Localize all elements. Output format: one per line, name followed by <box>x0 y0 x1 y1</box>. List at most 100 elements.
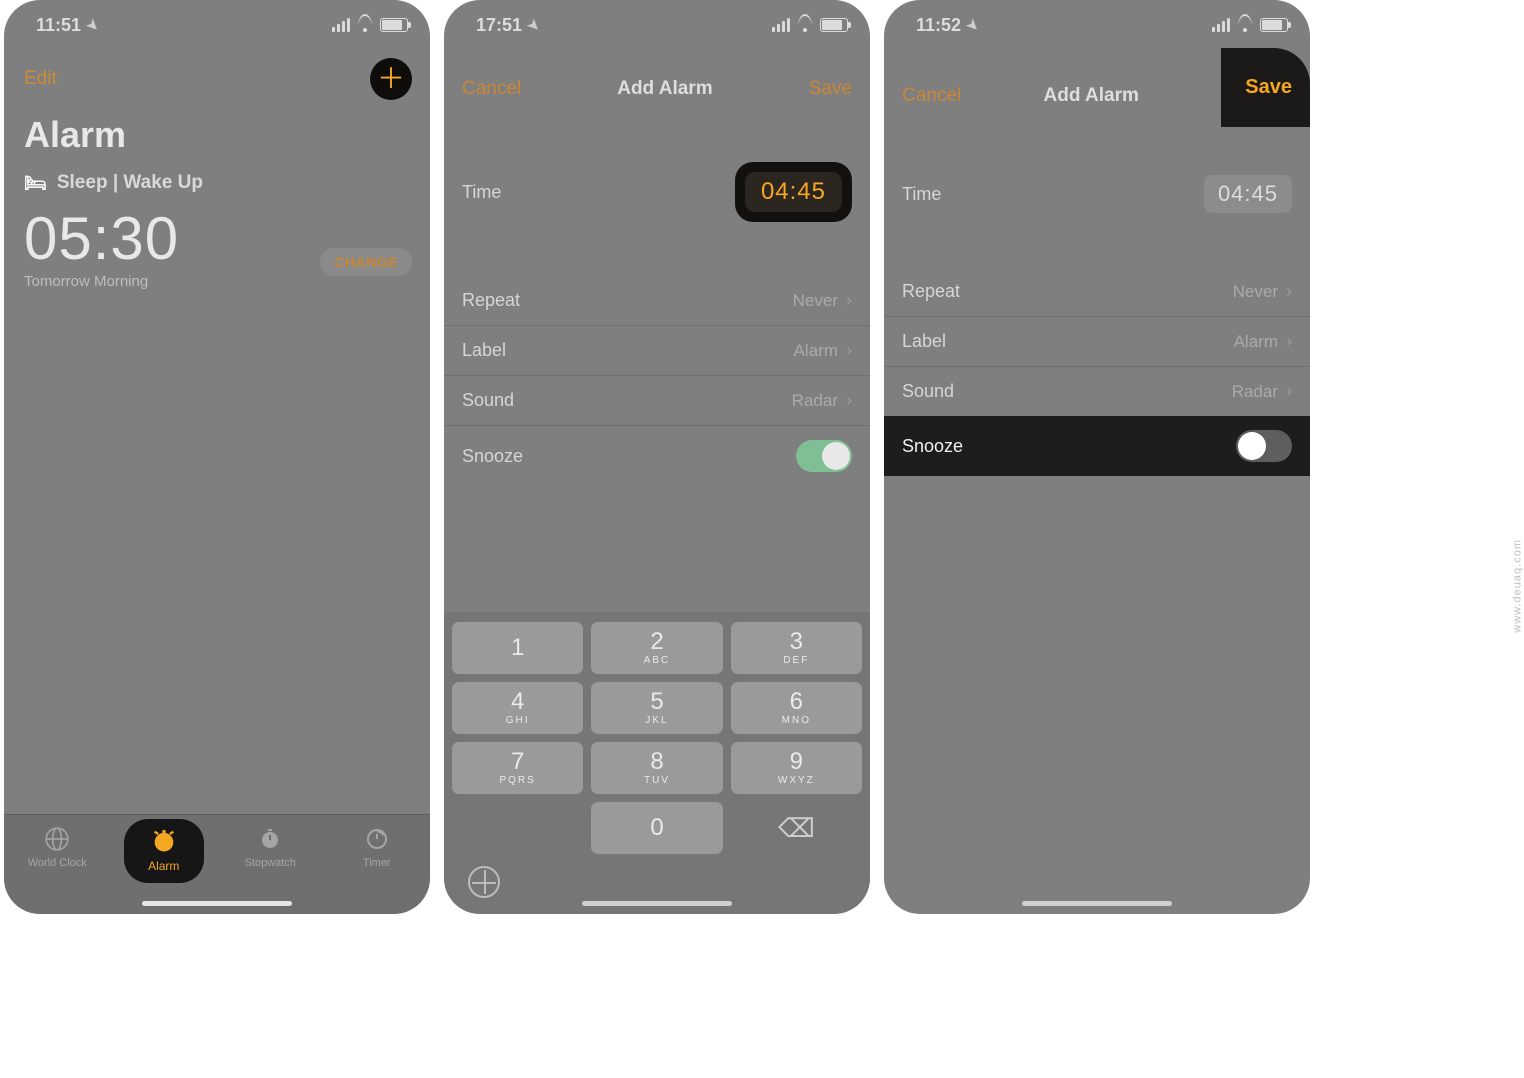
key-backspace[interactable]: ⌫ <box>731 802 862 854</box>
save-button[interactable]: Save <box>1221 48 1310 127</box>
time-value: 04:45 <box>1218 181 1278 206</box>
cellular-icon <box>772 18 790 32</box>
repeat-row[interactable]: Repeat Never › <box>884 267 1310 316</box>
time-row[interactable]: Time 04:45 <box>444 148 870 236</box>
wifi-icon <box>796 18 814 32</box>
tab-label: World Clock <box>28 857 87 869</box>
timer-icon <box>363 825 391 853</box>
sound-value: Radar <box>1232 382 1278 402</box>
cancel-button[interactable]: Cancel <box>462 78 521 100</box>
label-value: Alarm <box>1234 332 1278 352</box>
status-time: 11:52 <box>916 15 961 36</box>
time-label: Time <box>462 182 501 203</box>
sound-row[interactable]: Sound Radar › <box>444 375 870 425</box>
chevron-right-icon: › <box>1286 381 1292 402</box>
alarm-clock-icon <box>150 827 178 855</box>
wifi-icon <box>1236 18 1254 32</box>
snooze-toggle[interactable] <box>1236 430 1292 462</box>
status-bar: 11:52 ➤ <box>884 0 1310 48</box>
status-bar: 11:51 ➤ <box>4 0 430 48</box>
chevron-right-icon: › <box>1286 281 1292 302</box>
change-button[interactable]: CHANGE <box>320 248 412 276</box>
location-icon: ➤ <box>963 15 983 35</box>
status-time: 11:51 <box>36 15 81 36</box>
home-indicator[interactable] <box>582 901 732 906</box>
key-8[interactable]: 8TUV <box>591 742 722 794</box>
globe-keyboard-icon[interactable] <box>468 866 500 898</box>
numeric-keypad: 1 2ABC 3DEF 4GHI 5JKL 6MNO 7PQRS 8TUV 9W… <box>444 612 870 914</box>
sound-value: Radar <box>792 391 838 411</box>
save-button[interactable]: Save <box>809 78 852 100</box>
status-bar: 17:51 ➤ <box>444 0 870 48</box>
plus-icon: ＋ <box>377 65 405 93</box>
modal-nav: Cancel Add Alarm Save <box>444 48 870 114</box>
snooze-row: Snooze <box>444 425 870 486</box>
tab-alarm[interactable]: Alarm <box>124 819 204 883</box>
cancel-button[interactable]: Cancel <box>902 85 961 107</box>
stopwatch-icon <box>256 825 284 853</box>
chevron-right-icon: › <box>846 390 852 411</box>
chevron-right-icon: › <box>1286 331 1292 352</box>
label-row[interactable]: Label Alarm › <box>884 316 1310 366</box>
home-indicator[interactable] <box>142 901 292 906</box>
globe-icon <box>43 825 71 853</box>
battery-icon <box>1260 18 1288 32</box>
location-icon: ➤ <box>83 15 103 35</box>
repeat-row[interactable]: Repeat Never › <box>444 276 870 325</box>
battery-icon <box>820 18 848 32</box>
label-label: Label <box>902 331 946 352</box>
repeat-value: Never <box>793 291 838 311</box>
key-3[interactable]: 3DEF <box>731 622 862 674</box>
time-row[interactable]: Time 04:45 <box>884 161 1310 227</box>
tab-stopwatch[interactable]: Stopwatch <box>230 825 310 869</box>
edit-button[interactable]: Edit <box>24 68 57 90</box>
snooze-label: Snooze <box>462 446 523 467</box>
key-5[interactable]: 5JKL <box>591 682 722 734</box>
repeat-value: Never <box>1233 282 1278 302</box>
key-9[interactable]: 9WXYZ <box>731 742 862 794</box>
tab-label: Alarm <box>148 859 179 873</box>
tab-bar: World Clock Alarm Stopwatch Timer <box>4 814 430 914</box>
label-row[interactable]: Label Alarm › <box>444 325 870 375</box>
time-value: 04:45 <box>745 172 842 212</box>
sleep-wake-label: Sleep | Wake Up <box>57 172 203 194</box>
snooze-label: Snooze <box>902 436 963 457</box>
key-1[interactable]: 1 <box>452 622 583 674</box>
key-6[interactable]: 6MNO <box>731 682 862 734</box>
modal-title: Add Alarm <box>617 78 712 100</box>
modal-title: Add Alarm <box>1044 85 1139 107</box>
time-value-field[interactable]: 04:45 <box>1204 175 1292 213</box>
status-time: 17:51 <box>476 15 522 36</box>
time-value-field[interactable]: 04:45 <box>735 162 852 222</box>
key-7[interactable]: 7PQRS <box>452 742 583 794</box>
sleep-wake-section-header: 🛏 Sleep | Wake Up <box>4 172 430 200</box>
watermark: www.deuaq.com <box>1512 539 1524 633</box>
chevron-right-icon: › <box>846 290 852 311</box>
key-4[interactable]: 4GHI <box>452 682 583 734</box>
tab-label: Timer <box>363 857 391 869</box>
sound-label: Sound <box>902 381 954 402</box>
sound-label: Sound <box>462 390 514 411</box>
modal-nav: Cancel Add Alarm Save <box>884 48 1310 127</box>
backspace-icon: ⌫ <box>778 813 815 844</box>
tab-world-clock[interactable]: World Clock <box>17 825 97 869</box>
key-0[interactable]: 0 <box>591 802 722 854</box>
repeat-label: Repeat <box>462 290 520 311</box>
label-label: Label <box>462 340 506 361</box>
repeat-label: Repeat <box>902 281 960 302</box>
cellular-icon <box>1212 18 1230 32</box>
sound-row[interactable]: Sound Radar › <box>884 366 1310 416</box>
key-2[interactable]: 2ABC <box>591 622 722 674</box>
screen-add-alarm-time: 17:51 ➤ Cancel Add Alarm Save Time 04:45 <box>444 0 870 914</box>
home-indicator[interactable] <box>1022 901 1172 906</box>
chevron-right-icon: › <box>846 340 852 361</box>
bed-icon: 🛏 <box>24 173 47 194</box>
battery-icon <box>380 18 408 32</box>
time-label: Time <box>902 184 941 205</box>
tab-timer[interactable]: Timer <box>337 825 417 869</box>
add-alarm-button[interactable]: ＋ <box>370 58 412 100</box>
wifi-icon <box>356 18 374 32</box>
label-value: Alarm <box>794 341 838 361</box>
snooze-toggle[interactable] <box>796 440 852 472</box>
snooze-row: Snooze <box>884 416 1310 476</box>
